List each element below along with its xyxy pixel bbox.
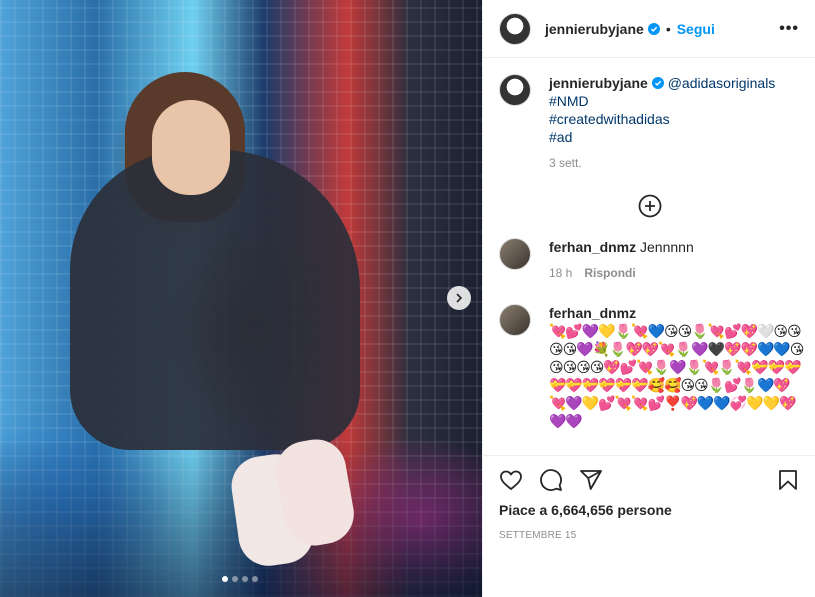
carousel-dots (222, 576, 258, 582)
separator-dot: • (665, 20, 671, 37)
verified-badge-icon (647, 22, 660, 35)
comment-username[interactable]: ferhan_dnmz (549, 305, 636, 321)
photo-person (70, 150, 360, 450)
carousel-dot (242, 576, 248, 582)
carousel-dot (252, 576, 258, 582)
caption-text: jennierubyjane @adidasoriginals #NMD #cr… (549, 74, 775, 172)
post-photo[interactable] (0, 0, 482, 597)
bookmark-icon[interactable] (776, 468, 800, 492)
post-date: SETTEMBRE 15 (499, 530, 577, 541)
caption: jennierubyjane @adidasoriginals #NMD #cr… (483, 58, 815, 172)
likes-count[interactable]: Piace a 6,664,656 persone (483, 498, 815, 518)
more-icon[interactable]: ••• (779, 20, 799, 38)
avatar[interactable] (499, 74, 531, 106)
header-username[interactable]: jennierubyjane (545, 21, 644, 37)
caption-hashtag[interactable]: #NMD (549, 92, 775, 110)
verified-badge-icon (651, 77, 664, 89)
carousel-dot (232, 576, 238, 582)
reply-button[interactable]: Rispondi (584, 266, 635, 280)
share-icon[interactable] (579, 468, 603, 492)
comment-icon[interactable] (539, 468, 563, 492)
carousel-dot (222, 576, 228, 582)
comment-time: 18 h (549, 266, 573, 280)
post-side-panel: jennierubyjane • Segui ••• jennierubyjan… (482, 0, 815, 597)
post-actions: Piace a 6,664,656 persone SETTEMBRE 15 (483, 455, 815, 541)
comments-list[interactable]: jennierubyjane @adidasoriginals #NMD #cr… (483, 58, 815, 454)
follow-button[interactable]: Segui (677, 21, 715, 37)
photo-face (152, 100, 230, 195)
heart-icon[interactable] (499, 468, 523, 492)
caption-username[interactable]: jennierubyjane (549, 75, 648, 91)
comment-text: ferhan_dnmz 💘💕💜💛🌷💘💙😘😘🌷💘💕💖🤍😘😘😘😘💜💐🌷💖💖💘🌷💜🖤💖… (549, 304, 805, 430)
comment-item: ferhan_dnmz Jennnnn 18 h Rispondi (483, 238, 815, 282)
avatar[interactable] (499, 12, 531, 45)
caption-time: 3 sett. (549, 156, 582, 170)
caption-mention[interactable]: @adidasoriginals (668, 75, 776, 91)
comment-meta: 18 h Rispondi (549, 264, 694, 282)
caption-hashtag[interactable]: #ad (549, 128, 775, 146)
avatar[interactable] (499, 304, 531, 336)
comment-body: 💘💕💜💛🌷💘💙😘😘🌷💘💕💖🤍😘😘😘😘💜💐🌷💖💖💘🌷💜🖤💖💖💙💙😘😘😘😘😘💖💕💘🌷… (549, 323, 804, 429)
post-header: jennierubyjane • Segui ••• (483, 0, 815, 58)
comment-username[interactable]: ferhan_dnmz (549, 239, 636, 255)
add-circle-icon (638, 194, 661, 218)
action-icons (483, 456, 815, 498)
avatar[interactable] (499, 238, 531, 270)
next-slide-button[interactable] (447, 286, 471, 310)
load-more-comments-button[interactable] (483, 194, 815, 218)
comment-item: ferhan_dnmz 💘💕💜💛🌷💘💙😘😘🌷💘💕💖🤍😘😘😘😘💜💐🌷💖💖💘🌷💜🖤💖… (483, 304, 815, 430)
comment-text: ferhan_dnmz Jennnnn 18 h Rispondi (549, 238, 694, 282)
caption-hashtag[interactable]: #createdwithadidas (549, 110, 775, 128)
chevron-right-icon (456, 293, 463, 303)
comment-body: Jennnnn (640, 239, 694, 255)
